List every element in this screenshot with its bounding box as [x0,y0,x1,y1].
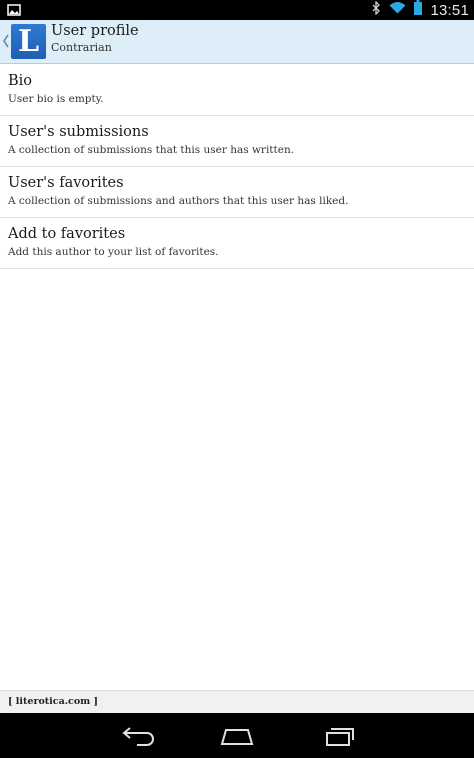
list-item-bio[interactable]: Bio User bio is empty. [0,65,474,116]
list-item-title: Add to favorites [8,226,126,242]
status-icons: 13:51 [372,0,469,20]
recent-apps-icon[interactable] [319,724,359,748]
page-title: User profile [51,23,139,39]
list-item-add-to-favorites[interactable]: Add to favorites Add this author to your… [0,218,474,269]
list-item-favorites[interactable]: User's favorites A collection of submiss… [0,167,474,218]
gallery-notification-icon [7,3,21,17]
list-item-title: Bio [8,73,33,89]
wifi-icon [389,1,406,19]
profile-options-list: Bio User bio is empty. User's submission… [0,65,474,269]
app-logo[interactable]: L [11,24,46,59]
home-icon[interactable] [217,724,257,748]
page-subtitle: Contrarian [51,41,112,54]
status-bar: 13:51 [0,0,474,20]
bluetooth-icon [372,0,381,20]
list-item-description: User bio is empty. [8,93,104,105]
action-bar: L User profile Contrarian [0,20,474,64]
site-label[interactable]: [ literotica.com ] [8,696,98,707]
list-item-title: User's submissions [8,124,149,140]
up-chevron-icon[interactable] [2,33,10,49]
battery-icon [414,0,423,20]
list-item-description: A collection of submissions and authors … [8,195,349,207]
status-time: 13:51 [430,1,469,19]
footer-banner: [ literotica.com ] [0,690,474,713]
list-item-submissions[interactable]: User's submissions A collection of submi… [0,116,474,167]
list-item-description: Add this author to your list of favorite… [8,246,219,258]
back-icon[interactable] [117,724,157,748]
list-item-description: A collection of submissions that this us… [8,144,295,156]
navigation-bar [0,713,474,758]
list-item-title: User's favorites [8,175,124,191]
